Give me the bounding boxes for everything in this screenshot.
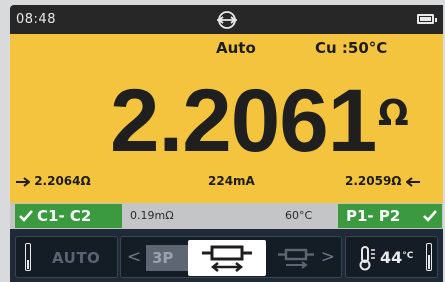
- lead-status-bar: C1- C2 0.19mΩ 60°C P1- P2: [10, 203, 443, 229]
- battery-full-icon: [417, 14, 437, 24]
- bottom-toolbar: AUTO < 3P > 44°C: [10, 229, 443, 282]
- lead-c1-c2-badge: C1- C2: [15, 204, 122, 228]
- main-reading: 2.2061: [110, 70, 377, 170]
- auto-button-label: AUTO: [52, 249, 101, 267]
- chevron-left-icon[interactable]: <: [127, 247, 141, 267]
- arrow-right-icon: [16, 176, 30, 187]
- temperature-reading: 44°C: [380, 248, 413, 267]
- auto-button[interactable]: AUTO: [15, 236, 118, 278]
- lead-temperature: 60°C: [285, 209, 313, 222]
- lead-resistance: 0.19mΩ: [130, 209, 174, 222]
- temperature-value: 44: [380, 248, 403, 267]
- reverse-reading: 2.2059Ω: [345, 174, 420, 188]
- status-bar: 08:48: [10, 5, 443, 34]
- lead-p1-p2-label: P1- P2: [346, 207, 401, 225]
- level-indicator-icon: [25, 243, 31, 271]
- single-direction-icon[interactable]: [276, 245, 316, 271]
- bidirectional-icon: [202, 245, 252, 272]
- main-reading-unit: Ω: [378, 93, 409, 134]
- chevron-right-icon[interactable]: >: [321, 247, 335, 267]
- temperature-button[interactable]: 44°C: [345, 236, 438, 278]
- check-icon: [423, 210, 437, 222]
- forward-reading: 2.2064Ω: [16, 174, 91, 188]
- thermometer-icon: [359, 246, 375, 271]
- clock: 08:48: [16, 12, 56, 27]
- mode-option-3p[interactable]: 3P: [146, 245, 190, 271]
- level-indicator-icon: [426, 243, 432, 271]
- check-icon: [19, 210, 33, 222]
- forward-reading-value: 2.2064Ω: [34, 174, 91, 188]
- link-icon: [217, 11, 237, 29]
- mode-label: Auto: [216, 39, 256, 57]
- arrow-left-icon: [405, 176, 420, 187]
- reverse-reading-value: 2.2059Ω: [345, 174, 402, 188]
- temperature-unit: °C: [402, 251, 414, 261]
- material-label: Cu :50°C: [315, 39, 388, 57]
- lead-c1-c2-label: C1- C2: [37, 207, 92, 225]
- test-mode-selector[interactable]: < 3P >: [120, 236, 342, 278]
- test-current: 224mA: [208, 174, 255, 188]
- instrument-screen: 08:48 Auto Cu :50°C 2.2061 Ω 2.2064Ω 224…: [10, 5, 443, 282]
- lead-p1-p2-badge: P1- P2: [338, 204, 442, 228]
- mode-option-bidirectional[interactable]: [188, 240, 266, 276]
